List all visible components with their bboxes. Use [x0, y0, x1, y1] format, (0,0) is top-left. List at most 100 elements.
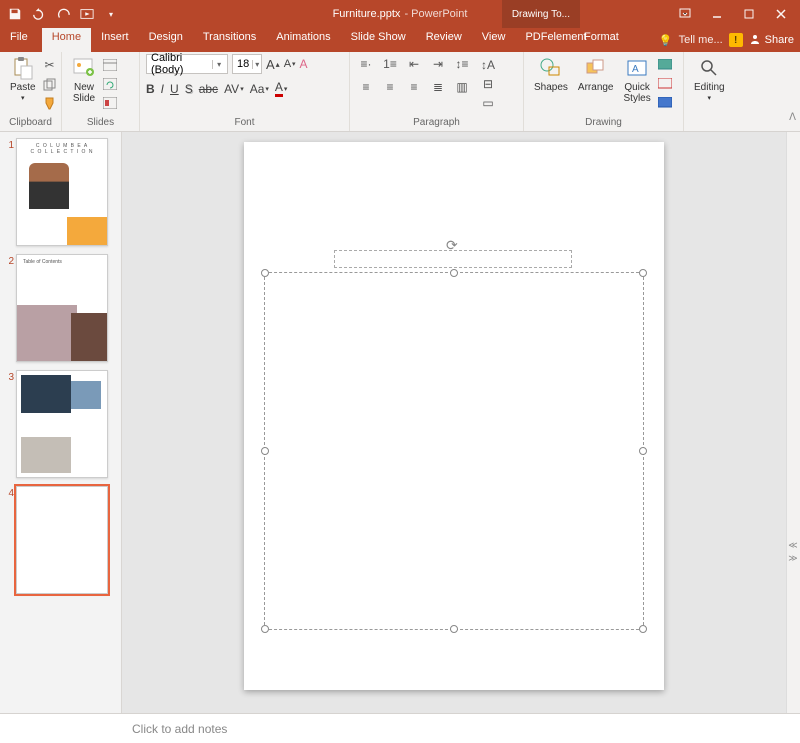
- strikethrough-button[interactable]: abc: [199, 82, 218, 96]
- tab-view[interactable]: View: [472, 28, 516, 52]
- slide-thumbnail-pane[interactable]: 1 C O L U M B E A C O L L E C T I O N 2 …: [0, 132, 122, 713]
- group-paragraph-label: Paragraph: [356, 117, 517, 131]
- undo-icon[interactable]: [32, 7, 46, 21]
- tab-slideshow[interactable]: Slide Show: [341, 28, 416, 52]
- bullets-icon[interactable]: ≡·: [356, 54, 376, 74]
- font-color-icon[interactable]: A▾: [275, 80, 288, 97]
- text-direction-icon[interactable]: ↕A: [480, 57, 496, 73]
- next-slide-icon[interactable]: ≫: [788, 553, 797, 564]
- format-painter-icon[interactable]: [42, 95, 58, 111]
- resize-handle[interactable]: [639, 625, 647, 633]
- columns-icon[interactable]: ▥: [452, 77, 472, 97]
- editing-button[interactable]: Editing ▾: [690, 54, 729, 106]
- rotate-handle-icon[interactable]: ⟳: [446, 237, 458, 254]
- arrange-button[interactable]: Arrange: [574, 54, 618, 95]
- resize-handle[interactable]: [450, 269, 458, 277]
- save-icon[interactable]: [8, 7, 22, 21]
- slide-thumbnail-1[interactable]: C O L U M B E A C O L L E C T I O N: [16, 138, 108, 246]
- start-from-beginning-icon[interactable]: [80, 7, 94, 21]
- paste-button[interactable]: Paste ▾: [6, 54, 40, 106]
- current-slide[interactable]: ⟳: [244, 142, 664, 690]
- new-slide-button[interactable]: New Slide: [68, 54, 100, 106]
- layout-icon[interactable]: [102, 57, 118, 73]
- resize-handle[interactable]: [261, 625, 269, 633]
- underline-button[interactable]: U: [170, 82, 179, 96]
- decrease-indent-icon[interactable]: ⇤: [404, 54, 424, 74]
- quick-styles-icon: A: [625, 56, 649, 80]
- share-button[interactable]: Share: [749, 33, 794, 48]
- tab-design[interactable]: Design: [139, 28, 193, 52]
- resize-handle[interactable]: [639, 447, 647, 455]
- slide-thumbnail-4[interactable]: [16, 486, 108, 594]
- tab-home[interactable]: Home: [42, 28, 91, 52]
- copy-icon[interactable]: [42, 76, 58, 92]
- resize-handle[interactable]: [639, 269, 647, 277]
- change-case-icon[interactable]: Aa▾: [250, 82, 269, 96]
- svg-text:A: A: [632, 64, 639, 75]
- shapes-icon: [539, 56, 563, 80]
- italic-button[interactable]: I: [161, 82, 164, 96]
- cut-icon[interactable]: ✂: [42, 57, 58, 73]
- slide-canvas-area[interactable]: ⟳: [122, 132, 786, 713]
- group-drawing: Shapes Arrange A Quick Styles Drawing: [524, 52, 684, 131]
- shape-fill-icon[interactable]: [657, 57, 673, 73]
- justify-icon[interactable]: ≣: [428, 77, 448, 97]
- clear-formatting-icon[interactable]: A: [300, 57, 308, 71]
- notes-placeholder: Click to add notes: [132, 722, 227, 736]
- tab-transitions[interactable]: Transitions: [193, 28, 266, 52]
- font-name-combo[interactable]: Calibri (Body) ▾: [146, 54, 228, 74]
- tab-animations[interactable]: Animations: [266, 28, 340, 52]
- align-right-icon[interactable]: ≡: [404, 77, 424, 97]
- bold-button[interactable]: B: [146, 82, 155, 96]
- resize-handle[interactable]: [261, 269, 269, 277]
- warning-badge-icon[interactable]: !: [729, 33, 743, 47]
- shadow-button[interactable]: S: [185, 82, 193, 96]
- app-name-label: - PowerPoint: [404, 8, 467, 20]
- content-placeholder[interactable]: ⟳: [264, 272, 644, 630]
- slide-thumbnail-2[interactable]: Table of Contents: [16, 254, 108, 362]
- line-spacing-icon[interactable]: ↕≡: [452, 54, 472, 74]
- ribbon-display-options-icon[interactable]: [678, 7, 692, 21]
- reset-icon[interactable]: [102, 76, 118, 92]
- tell-me-search[interactable]: Tell me...: [679, 34, 723, 46]
- shape-effects-icon[interactable]: [657, 95, 673, 111]
- slide-thumbnail-3[interactable]: [16, 370, 108, 478]
- increase-font-icon[interactable]: A▴: [266, 57, 280, 72]
- close-icon[interactable]: [774, 7, 788, 21]
- thumb-number: 4: [2, 486, 14, 499]
- shapes-button[interactable]: Shapes: [530, 54, 572, 95]
- resize-handle[interactable]: [450, 625, 458, 633]
- align-text-icon[interactable]: ⊟: [480, 76, 496, 92]
- minimize-icon[interactable]: [710, 7, 724, 21]
- collapse-ribbon-icon[interactable]: ᐱ: [789, 112, 796, 123]
- new-slide-label: New Slide: [73, 82, 95, 104]
- tab-file[interactable]: File: [0, 28, 42, 52]
- tab-insert[interactable]: Insert: [91, 28, 139, 52]
- tab-review[interactable]: Review: [416, 28, 472, 52]
- shape-outline-icon[interactable]: [657, 76, 673, 92]
- prev-slide-icon[interactable]: ≪: [788, 540, 797, 551]
- smartart-icon[interactable]: ▭: [480, 95, 496, 111]
- section-icon[interactable]: [102, 95, 118, 111]
- decrease-font-icon[interactable]: A▾: [284, 58, 296, 70]
- maximize-icon[interactable]: [742, 7, 756, 21]
- editing-label: Editing: [694, 82, 725, 93]
- group-font: Calibri (Body) ▾ 18 ▾ A▴ A▾ A B I U S ab…: [140, 52, 350, 131]
- shapes-label: Shapes: [534, 82, 568, 93]
- char-spacing-icon[interactable]: AV▾: [224, 82, 244, 96]
- chevron-down-icon: ▾: [212, 60, 223, 69]
- align-center-icon[interactable]: ≡: [380, 77, 400, 97]
- qat-dropdown-icon[interactable]: ▾: [104, 7, 118, 21]
- quick-styles-button[interactable]: A Quick Styles: [620, 54, 655, 106]
- notes-pane[interactable]: Click to add notes: [0, 713, 800, 743]
- font-size-combo[interactable]: 18 ▾: [232, 54, 262, 74]
- numbering-icon[interactable]: 1≡: [380, 54, 400, 74]
- thumb-number: 3: [2, 370, 14, 383]
- tab-format[interactable]: Format: [574, 28, 629, 43]
- paste-icon: [11, 56, 35, 80]
- redo-icon[interactable]: [56, 7, 70, 21]
- increase-indent-icon[interactable]: ⇥: [428, 54, 448, 74]
- vertical-scrollbar[interactable]: [786, 132, 800, 713]
- resize-handle[interactable]: [261, 447, 269, 455]
- align-left-icon[interactable]: ≡: [356, 77, 376, 97]
